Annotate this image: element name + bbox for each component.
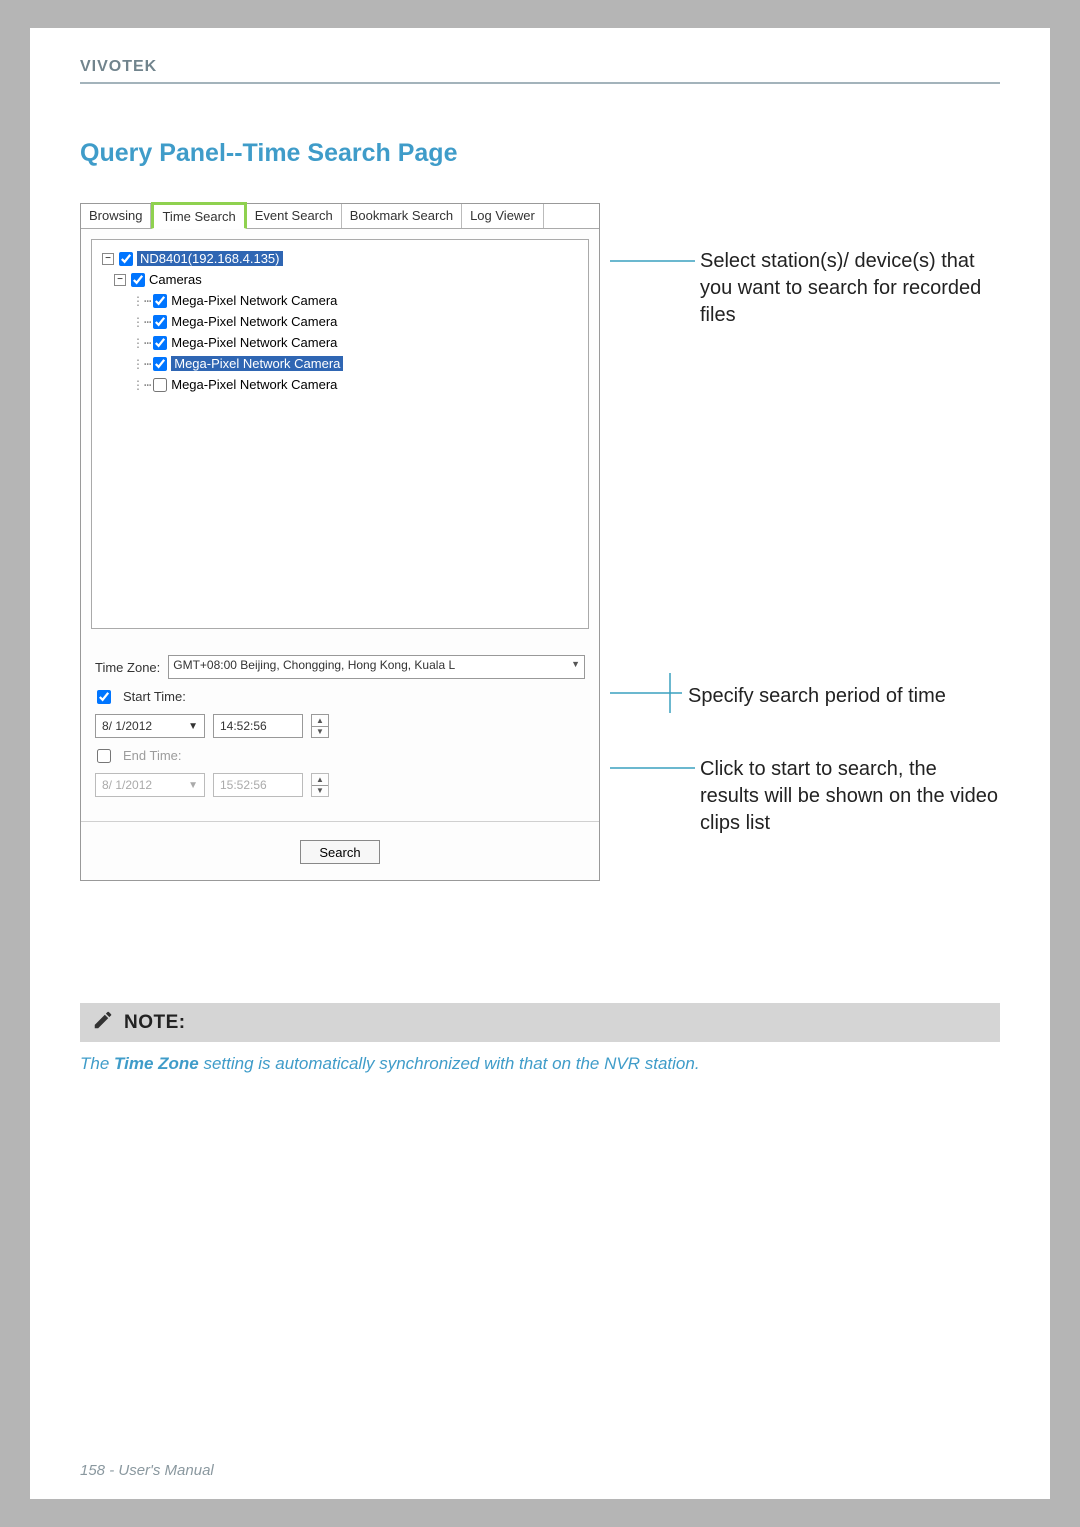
end-time-input: 15:52:56: [213, 773, 303, 797]
page-footer: 158 - User's Manual: [80, 1462, 214, 1479]
timezone-row: Time Zone: GMT+08:00 Beijing, Chongging,…: [95, 655, 585, 679]
callout-search-period: Specify search period of time: [688, 683, 946, 710]
note-header: NOTE:: [80, 1003, 1000, 1042]
timezone-value: GMT+08:00 Beijing, Chongging, Hong Kong,…: [173, 658, 455, 672]
tree-item-label: Mega-Pixel Network Camera: [171, 314, 337, 329]
note-text-pre: The: [80, 1054, 114, 1073]
camera-checkbox[interactable]: [153, 357, 167, 371]
note-label: NOTE:: [124, 1012, 186, 1034]
tab-bookmark-search[interactable]: Bookmark Search: [342, 204, 462, 228]
callouts: Select station(s)/ device(s) that you wa…: [610, 203, 1000, 923]
camera-checkbox[interactable]: [153, 294, 167, 308]
pencil-icon: [92, 1009, 114, 1036]
tree-item[interactable]: ⋮⋯ Mega-Pixel Network Camera: [102, 332, 578, 353]
tree-item-label: Mega-Pixel Network Camera: [171, 377, 337, 392]
end-time-value: 15:52:56: [220, 778, 267, 792]
tab-log-viewer[interactable]: Log Viewer: [462, 204, 544, 228]
end-time-checkbox[interactable]: [97, 749, 111, 763]
tree-root[interactable]: − ND8401(192.168.4.135): [102, 248, 578, 269]
tree-connector-icon: ⋮⋯: [132, 357, 151, 371]
tree-connector-icon: ⋮⋯: [132, 336, 151, 350]
content-row: Browsing Time Search Event Search Bookma…: [80, 203, 1000, 923]
brand-label: VIVOTEK: [80, 58, 1000, 76]
tree-folder[interactable]: − Cameras: [102, 269, 578, 290]
end-time-inputs: 8/ 1/2012 ▼ 15:52:56 ▲ ▼: [95, 773, 585, 797]
start-time-label: Start Time:: [123, 689, 186, 704]
tab-event-search[interactable]: Event Search: [247, 204, 342, 228]
tree-connector-icon: ⋮⋯: [132, 378, 151, 392]
start-time-input[interactable]: 14:52:56: [213, 714, 303, 738]
folder-checkbox[interactable]: [131, 273, 145, 287]
tab-bar: Browsing Time Search Event Search Bookma…: [81, 204, 599, 229]
expander-minus-icon[interactable]: −: [114, 274, 126, 286]
tab-time-search[interactable]: Time Search: [151, 202, 246, 229]
callout-search-button: Click to start to search, the results wi…: [700, 756, 1000, 837]
start-date-value: 8/ 1/2012: [102, 719, 152, 733]
end-date-select: 8/ 1/2012 ▼: [95, 773, 205, 797]
tree-item-label[interactable]: Mega-Pixel Network Camera: [171, 356, 343, 371]
page: VIVOTEK Query Panel--Time Search Page Br…: [30, 28, 1050, 1499]
query-panel: Browsing Time Search Event Search Bookma…: [80, 203, 600, 881]
start-time-spinner[interactable]: ▲ ▼: [311, 714, 329, 738]
camera-checkbox[interactable]: [153, 378, 167, 392]
camera-checkbox[interactable]: [153, 336, 167, 350]
tab-browsing[interactable]: Browsing: [81, 204, 151, 228]
end-time-spinner: ▲ ▼: [311, 773, 329, 797]
search-button[interactable]: Search: [300, 840, 380, 864]
tree-item[interactable]: ⋮⋯ Mega-Pixel Network Camera: [102, 353, 578, 374]
timezone-select[interactable]: GMT+08:00 Beijing, Chongging, Hong Kong,…: [168, 655, 585, 679]
time-section: Time Zone: GMT+08:00 Beijing, Chongging,…: [81, 639, 599, 821]
end-time-label: End Time:: [123, 748, 182, 763]
start-time-row: Start Time:: [95, 689, 585, 704]
end-date-value: 8/ 1/2012: [102, 778, 152, 792]
device-tree[interactable]: − ND8401(192.168.4.135) − Cameras ⋮⋯ Meg…: [91, 239, 589, 629]
section-title: Query Panel--Time Search Page: [80, 139, 1000, 168]
tree-item-label: Mega-Pixel Network Camera: [171, 293, 337, 308]
arrow-up-icon: ▲: [312, 774, 328, 786]
arrow-up-icon[interactable]: ▲: [312, 715, 328, 727]
timezone-label: Time Zone:: [95, 660, 160, 675]
tree-folder-label: Cameras: [149, 272, 202, 287]
tree-item[interactable]: ⋮⋯ Mega-Pixel Network Camera: [102, 290, 578, 311]
note-text-post: setting is automatically synchronized wi…: [199, 1054, 700, 1073]
header-divider: [80, 82, 1000, 84]
start-time-checkbox[interactable]: [97, 690, 111, 704]
tree-item[interactable]: ⋮⋯ Mega-Pixel Network Camera: [102, 311, 578, 332]
start-time-inputs: 8/ 1/2012 ▼ 14:52:56 ▲ ▼: [95, 714, 585, 738]
tree-connector-icon: ⋮⋯: [132, 294, 151, 308]
tree-item-label: Mega-Pixel Network Camera: [171, 335, 337, 350]
tree-root-label[interactable]: ND8401(192.168.4.135): [137, 251, 283, 266]
camera-checkbox[interactable]: [153, 315, 167, 329]
tree-item[interactable]: ⋮⋯ Mega-Pixel Network Camera: [102, 374, 578, 395]
chevron-down-icon: ▼: [188, 721, 198, 732]
start-date-select[interactable]: 8/ 1/2012 ▼: [95, 714, 205, 738]
expander-minus-icon[interactable]: −: [102, 253, 114, 265]
search-row: Search: [81, 821, 599, 880]
start-time-value: 14:52:56: [220, 719, 267, 733]
root-checkbox[interactable]: [119, 252, 133, 266]
arrow-down-icon[interactable]: ▼: [312, 727, 328, 738]
arrow-down-icon: ▼: [312, 786, 328, 797]
tree-connector-icon: ⋮⋯: [132, 315, 151, 329]
end-time-row: End Time:: [95, 748, 585, 763]
note-text-bold: Time Zone: [114, 1054, 199, 1073]
callout-select-station: Select station(s)/ device(s) that you wa…: [700, 248, 1000, 329]
chevron-down-icon: ▼: [188, 780, 198, 791]
note-text: The Time Zone setting is automatically s…: [80, 1054, 1000, 1074]
